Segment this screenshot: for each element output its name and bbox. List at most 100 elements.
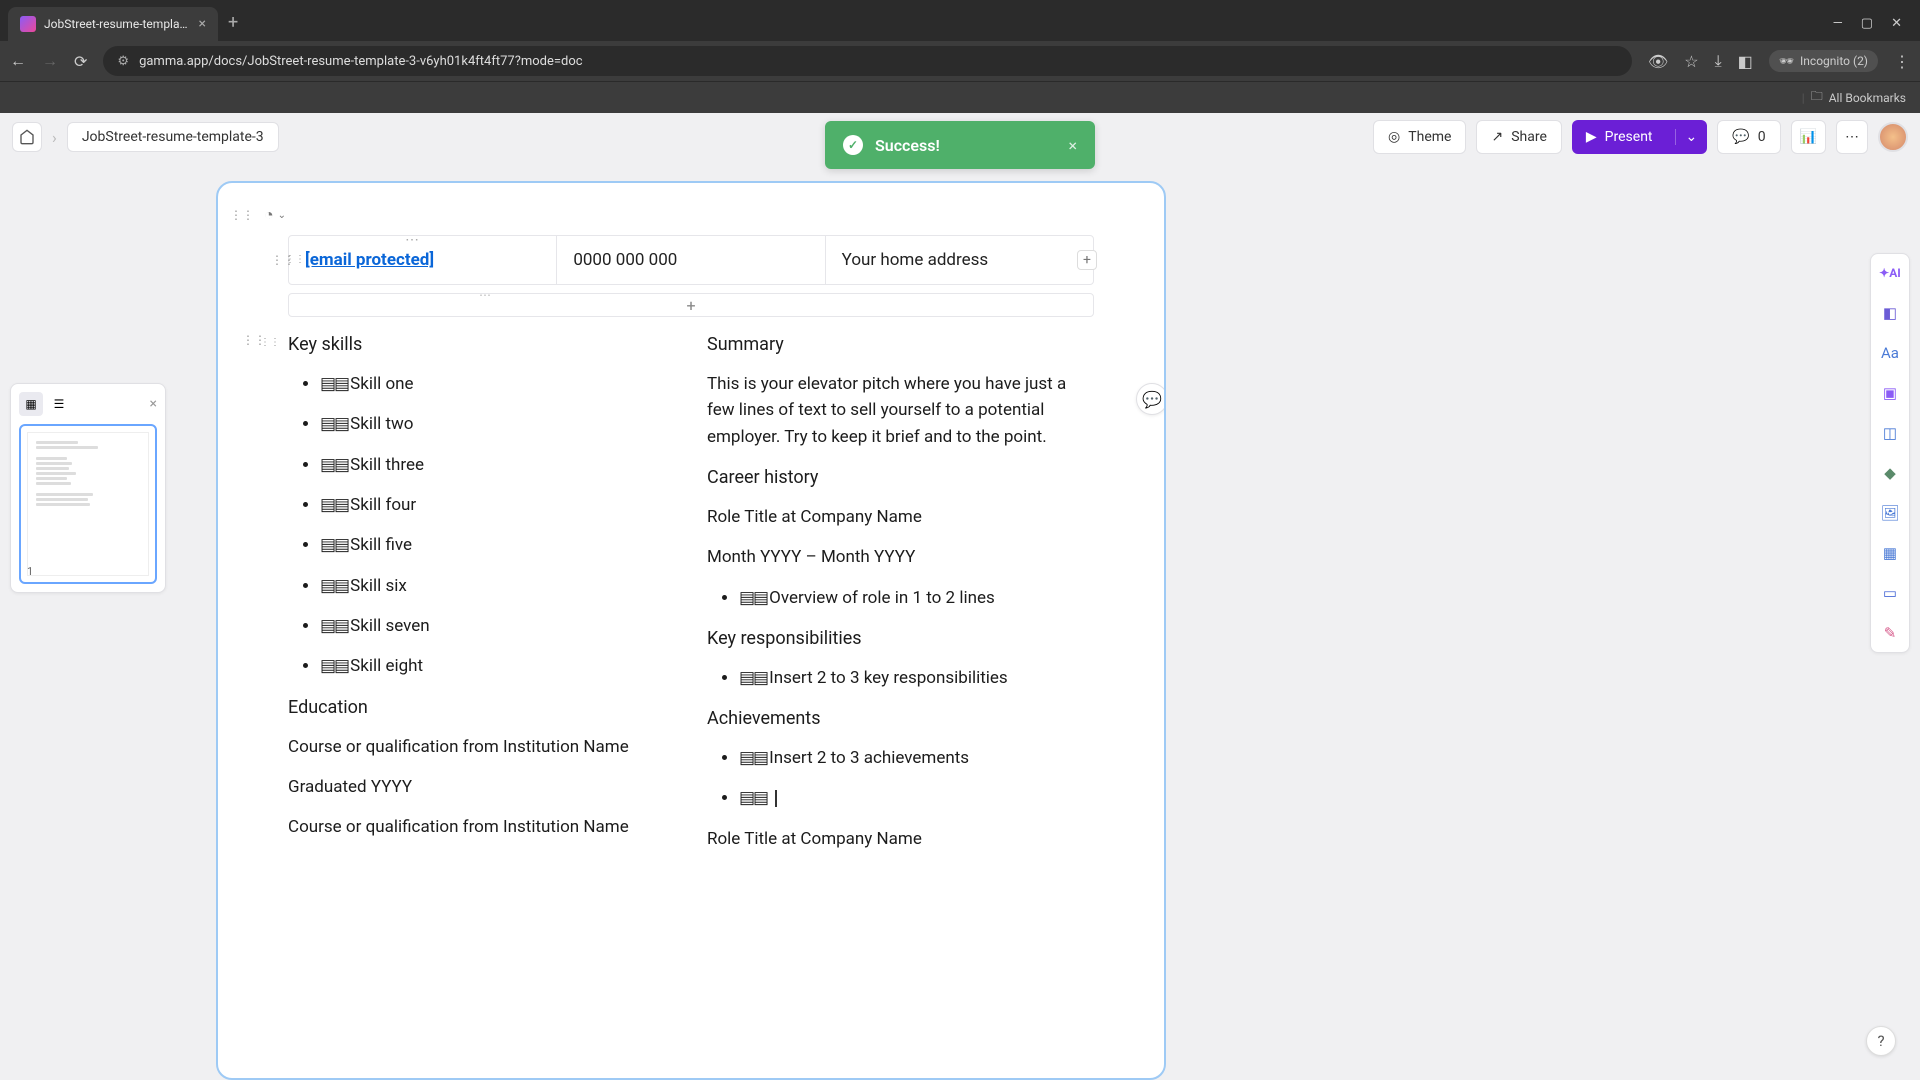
- add-column-button[interactable]: +: [1077, 250, 1097, 270]
- list-item: ▤▤Insert 2 to 3 achievements: [739, 745, 1094, 771]
- role-dates: Month YYYY – Month YYYY: [707, 544, 1094, 570]
- incognito-badge[interactable]: 🕶 Incognito (2): [1769, 50, 1878, 72]
- address-cell[interactable]: Your home address: [825, 236, 1093, 284]
- forward-icon[interactable]: →: [42, 51, 58, 71]
- list-item: ▤▤: [739, 785, 1094, 811]
- incognito-label: Incognito (2): [1800, 54, 1868, 68]
- home-button[interactable]: [12, 122, 42, 152]
- minimize-icon[interactable]: —: [1833, 16, 1843, 31]
- avatar[interactable]: [1878, 122, 1908, 152]
- block-drag-icon[interactable]: ⋮⋮: [260, 335, 280, 351]
- analytics-icon: 📊: [1800, 129, 1817, 145]
- theme-button[interactable]: ◎ Theme: [1373, 120, 1466, 154]
- palette-icon: ◎: [1388, 129, 1400, 145]
- folder-icon: 🗀: [1811, 87, 1823, 108]
- card-templates-icon[interactable]: ◧: [1879, 302, 1901, 324]
- new-tab-button[interactable]: +: [228, 12, 238, 33]
- education-course: Course or qualification from Institution…: [288, 734, 675, 760]
- present-label: Present: [1605, 129, 1653, 145]
- address-bar[interactable]: ⚙ gamma.app/docs/JobStreet-resume-templa…: [103, 46, 1632, 76]
- list-item: ▤▤Skill two: [320, 411, 675, 437]
- list-item: ▤▤Skill seven: [320, 613, 675, 639]
- card-style-dropdown[interactable]: ◔ ⌄: [258, 203, 292, 227]
- add-comment-button[interactable]: 💬: [1136, 383, 1166, 415]
- site-settings-icon[interactable]: ⚙: [117, 54, 129, 69]
- comments-button[interactable]: 💬 0: [1717, 120, 1780, 154]
- breadcrumb[interactable]: JobStreet-resume-template-3: [67, 122, 279, 152]
- present-dropdown[interactable]: ⌄: [1675, 129, 1708, 145]
- thumbnail-page-number: 1: [27, 565, 33, 578]
- skills-list[interactable]: ▤▤Skill one ▤▤Skill two ▤▤Skill three ▤▤…: [288, 371, 675, 680]
- close-window-icon[interactable]: ✕: [1891, 16, 1902, 31]
- cell-drag-icon[interactable]: ⋮⋮: [285, 254, 305, 265]
- education-graduated: Graduated YYYY: [288, 774, 675, 800]
- toast-text: Success!: [875, 136, 1056, 155]
- list-item: ▤▤Skill one: [320, 371, 675, 397]
- analytics-button[interactable]: 📊: [1791, 120, 1826, 154]
- video-icon[interactable]: ▦: [1879, 542, 1901, 564]
- visual-icon[interactable]: ◆: [1879, 462, 1901, 484]
- callout-icon[interactable]: ▣: [1879, 382, 1901, 404]
- text-cursor: [775, 790, 777, 807]
- contact-row[interactable]: ⋮⋮ ⋯ ⋮⋮ [email protected] 0000 000 000 Y…: [288, 235, 1094, 285]
- maximize-icon[interactable]: ▢: [1861, 16, 1873, 31]
- check-circle-icon: ✓: [843, 135, 863, 155]
- left-column[interactable]: ⋮⋮ ⋮⋮ Key skills ▤▤Skill one ▤▤Skill two…: [288, 331, 675, 866]
- bar-handle-icon[interactable]: ⋯: [479, 288, 491, 302]
- career-heading: Career history: [707, 464, 1094, 492]
- filmstrip-grid-tab[interactable]: ▦: [19, 392, 43, 416]
- theme-label: Theme: [1408, 129, 1451, 145]
- chrome-menu-icon[interactable]: ⋮: [1894, 52, 1910, 71]
- drag-handle-icon[interactable]: ⋮⋮: [232, 205, 252, 225]
- tab-close-icon[interactable]: ×: [199, 16, 206, 32]
- style-icon: ◔: [264, 205, 274, 225]
- doc-title: JobStreet-resume-template-3: [82, 129, 264, 145]
- help-button[interactable]: ?: [1866, 1026, 1896, 1056]
- list-item: ▤▤Skill six: [320, 573, 675, 599]
- comment-icon: 💬: [1732, 129, 1749, 145]
- chevron-down-icon: ⌄: [278, 210, 286, 221]
- browser-tab[interactable]: JobStreet-resume-template-3 | ×: [8, 7, 218, 41]
- list-item: ▤▤Skill three: [320, 452, 675, 478]
- right-column[interactable]: Summary This is your elevator pitch wher…: [707, 331, 1094, 866]
- home-icon: [19, 129, 35, 145]
- phone-cell[interactable]: 0000 000 000: [556, 236, 824, 284]
- ai-icon[interactable]: ✦AI: [1879, 262, 1901, 284]
- document-canvas[interactable]: ⋮⋮ ◔ ⌄ 💬 ⋮⋮ ⋯ ⋮⋮ [email protected] 0000 …: [216, 181, 1166, 1080]
- window-controls: — ▢ ✕: [1823, 16, 1912, 41]
- chevron-down-icon: ⌄: [1686, 129, 1698, 145]
- all-bookmarks-link[interactable]: All Bookmarks: [1829, 91, 1906, 105]
- phone-text: 0000 000 000: [573, 250, 677, 270]
- side-panel-icon[interactable]: ◧: [1738, 52, 1753, 71]
- more-button[interactable]: ⋯: [1836, 120, 1868, 154]
- achievements-heading: Achievements: [707, 705, 1094, 733]
- layout-icon[interactable]: ◫: [1879, 422, 1901, 444]
- form-icon[interactable]: ✎: [1879, 622, 1901, 644]
- filmstrip-thumbnail[interactable]: 1: [19, 424, 157, 584]
- filmstrip-list-tab[interactable]: ☰: [47, 392, 71, 416]
- download-icon[interactable]: ⤓: [1715, 51, 1722, 71]
- toast-close-icon[interactable]: ×: [1068, 136, 1077, 155]
- share-button[interactable]: ↗ Share: [1476, 120, 1561, 154]
- share-icon: ↗: [1491, 129, 1503, 145]
- filmstrip-panel: ▦ ☰ ×: [10, 383, 166, 593]
- star-icon[interactable]: ☆: [1684, 52, 1698, 71]
- present-button[interactable]: ▶ Present ⌄: [1572, 120, 1707, 154]
- filmstrip-close-icon[interactable]: ×: [150, 396, 157, 412]
- embed-icon[interactable]: ▭: [1879, 582, 1901, 604]
- summary-body: This is your elevator pitch where you ha…: [707, 371, 1094, 450]
- share-label: Share: [1511, 129, 1547, 145]
- role-title: Role Title at Company Name: [707, 504, 1094, 530]
- image-icon[interactable]: 🖼: [1879, 502, 1901, 524]
- help-icon: ?: [1877, 1032, 1884, 1050]
- reload-icon[interactable]: ⟳: [74, 52, 87, 71]
- add-block-bar[interactable]: ⋯ +: [288, 293, 1094, 317]
- education-heading: Education: [288, 694, 675, 722]
- responsibilities-heading: Key responsibilities: [707, 625, 1094, 653]
- comments-count: 0: [1758, 129, 1766, 145]
- email-cell[interactable]: ⋮⋮ [email protected]: [289, 236, 556, 284]
- browser-tab-strip: JobStreet-resume-template-3 | × + — ▢ ✕: [0, 0, 1920, 41]
- text-format-icon[interactable]: Aa: [1879, 342, 1901, 364]
- back-icon[interactable]: ←: [10, 51, 26, 71]
- eye-off-icon[interactable]: 👁: [1648, 52, 1668, 71]
